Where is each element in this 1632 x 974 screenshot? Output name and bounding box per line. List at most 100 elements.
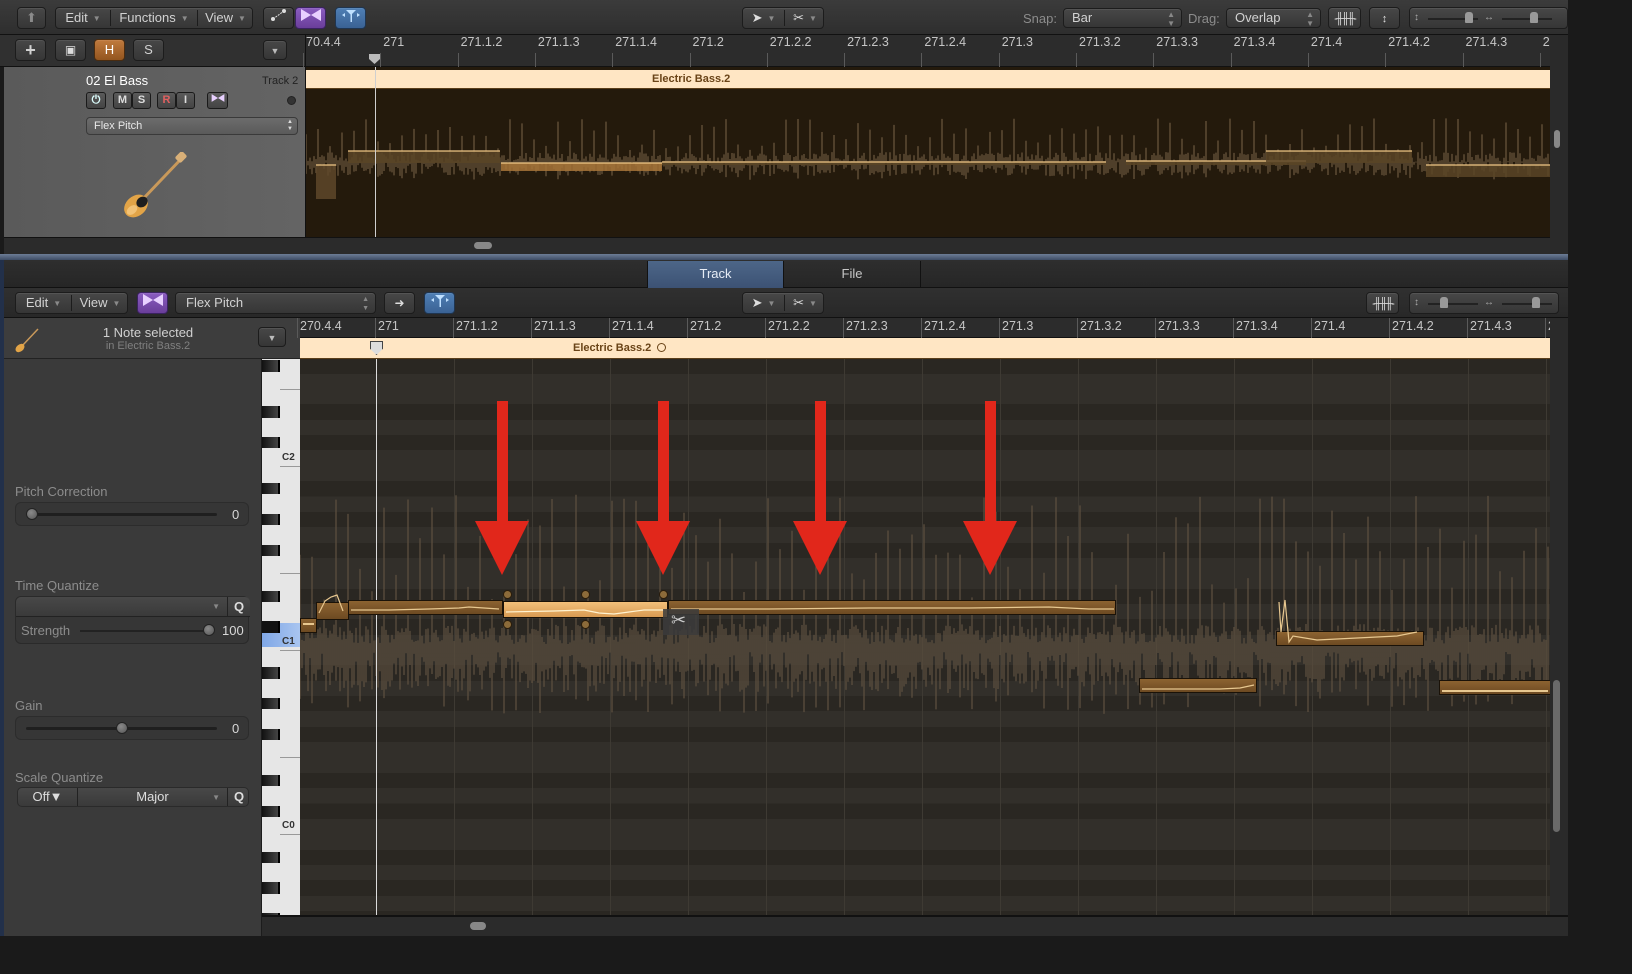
playhead-marker[interactable]: [369, 54, 380, 64]
top-pitch-segment[interactable]: [501, 163, 662, 171]
editor-vertical-zoom-knob[interactable]: [1440, 297, 1448, 308]
editor-pointer-tool-menu[interactable]: ➤ ▼: [743, 293, 784, 314]
piano-black-key[interactable]: [262, 851, 280, 863]
editor-horizontal-zoom-knob[interactable]: [1532, 297, 1540, 308]
solo-button[interactable]: S: [132, 92, 151, 109]
editor-horizontal-zoom-slider[interactable]: [1502, 303, 1552, 305]
pitch-drift-handle[interactable]: [581, 590, 590, 599]
editor-playhead-marker[interactable]: [370, 341, 383, 355]
top-vertical-scrollbar[interactable]: [1554, 130, 1560, 148]
pitch-note[interactable]: [300, 618, 317, 633]
top-ruler[interactable]: 70.4.4 271 271.1.2 271.1.3 271.1.4 271.2 271.2…: [303, 35, 1564, 67]
top-pitch-segment[interactable]: [316, 165, 336, 199]
top-horizontal-scrollbar[interactable]: [474, 242, 492, 249]
strength-slider[interactable]: [80, 630, 210, 632]
piano-black-key[interactable]: [262, 698, 280, 710]
pitch-drift-handle[interactable]: [659, 590, 668, 599]
tab-track[interactable]: Track: [647, 261, 784, 288]
pitch-note[interactable]: [1276, 599, 1424, 646]
track-on-button[interactable]: ⏻: [86, 92, 106, 109]
piano-black-key[interactable]: [262, 774, 280, 787]
track-name[interactable]: 02 El Bass: [86, 73, 148, 88]
time-quantize-select[interactable]: ▼: [16, 597, 227, 617]
pitch-note[interactable]: [1439, 680, 1550, 695]
editor-secondary-tool-menu[interactable]: ✂ ▼: [785, 293, 825, 314]
pitch-correction-knob[interactable]: [26, 508, 38, 520]
top-pitch-segment[interactable]: [1266, 151, 1412, 163]
region-loop-icon[interactable]: [657, 343, 666, 352]
automation-button[interactable]: [263, 7, 294, 29]
editor-horizontal-scrollbar[interactable]: [470, 922, 486, 930]
view-menu[interactable]: View ▼: [198, 8, 253, 29]
piano-black-key[interactable]: [262, 667, 280, 679]
scale-root-select[interactable]: Off▼: [18, 788, 78, 806]
gain-slider[interactable]: 0: [15, 716, 249, 740]
input-monitor-button[interactable]: I: [176, 92, 195, 109]
editor-waveform-zoom-button[interactable]: -╫╫╫-: [1366, 292, 1399, 314]
editor-disclosure-button[interactable]: ▼: [258, 327, 286, 347]
gain-knob[interactable]: [116, 722, 128, 734]
link-button[interactable]: ➜: [384, 292, 415, 314]
pointer-tool-menu[interactable]: ➤ ▼: [743, 8, 784, 29]
scale-type-select[interactable]: Major ▼: [78, 788, 228, 806]
new-track-stack-button[interactable]: ▣: [55, 39, 86, 61]
go-up-button[interactable]: ⬆: [17, 7, 46, 29]
tracks-area[interactable]: Electric Bass.2: [306, 67, 1550, 237]
editor-vertical-zoom-slider[interactable]: [1428, 303, 1478, 305]
track-header[interactable]: 02 El Bass Track 2 ⏻ M S R I Flex Pitch …: [4, 67, 306, 237]
piano-black-key[interactable]: [262, 406, 280, 418]
fine-pitch-handle[interactable]: [503, 620, 512, 629]
flex-toggle-button[interactable]: [295, 7, 326, 29]
snap-select[interactable]: Bar ▲ ▼: [1063, 8, 1182, 28]
editor-edit-menu[interactable]: Edit ▼: [16, 293, 71, 314]
catch-playhead-button[interactable]: [335, 7, 366, 29]
top-pitch-segment[interactable]: [1426, 165, 1550, 177]
functions-menu[interactable]: Functions ▼: [111, 8, 197, 29]
pitch-drift-handle[interactable]: [503, 590, 512, 599]
piano-keyboard[interactable]: C0 C1 C2: [262, 359, 300, 915]
top-pitch-segment[interactable]: [348, 151, 500, 163]
pitch-note[interactable]: [668, 600, 1116, 615]
pitch-note[interactable]: [348, 600, 503, 615]
vertical-zoom-knob[interactable]: [1465, 12, 1473, 23]
editor-catch-button[interactable]: [424, 292, 455, 314]
piano-black-key[interactable]: [262, 590, 280, 602]
track-flex-button[interactable]: [207, 92, 228, 109]
selected-pitch-note[interactable]: [503, 601, 668, 618]
secondary-tool-menu[interactable]: ✂ ▼: [785, 8, 825, 29]
solo-global-button[interactable]: S: [133, 39, 164, 61]
piano-black-key[interactable]: [262, 483, 280, 495]
piano-black-key[interactable]: [262, 437, 280, 449]
hide-button[interactable]: H: [94, 39, 125, 61]
waveform-zoom-button[interactable]: -╫╫╫-: [1328, 7, 1361, 29]
piano-black-key[interactable]: [262, 360, 280, 372]
vibrato-handle[interactable]: [581, 620, 590, 629]
pitch-editor-grid[interactable]: ✂: [300, 359, 1550, 915]
edit-menu[interactable]: Edit ▼: [56, 8, 110, 29]
drag-select[interactable]: Overlap ▲ ▼: [1226, 8, 1321, 28]
tab-file[interactable]: File: [784, 261, 921, 288]
editor-ruler[interactable]: 270.4.4 271 271.1.2 271.1.3 271.1.4 271.2 271.…: [297, 318, 1555, 338]
editor-flex-button[interactable]: [137, 292, 168, 314]
piano-black-key[interactable]: [262, 544, 280, 556]
scale-quantize-q-button[interactable]: Q: [228, 788, 250, 806]
piano-black-key[interactable]: [262, 621, 280, 633]
piano-black-key[interactable]: [262, 513, 280, 526]
pitch-note[interactable]: [316, 594, 349, 620]
editor-vertical-scrollbar[interactable]: [1553, 680, 1560, 832]
editor-view-menu[interactable]: View ▼: [72, 293, 128, 314]
global-tracks-button[interactable]: ▼: [263, 40, 287, 60]
auto-zoom-button[interactable]: ↕: [1369, 7, 1400, 29]
region-header-top[interactable]: Electric Bass.2: [306, 70, 1550, 89]
piano-black-key[interactable]: [262, 728, 280, 741]
add-track-button[interactable]: +: [15, 39, 46, 61]
flex-mode-select[interactable]: Flex Pitch ▲ ▼: [86, 117, 298, 135]
pitch-correction-slider[interactable]: 0: [15, 502, 249, 526]
time-quantize-q-button[interactable]: Q: [227, 597, 250, 617]
record-button[interactable]: R: [157, 92, 176, 109]
horizontal-zoom-slider[interactable]: [1502, 18, 1552, 20]
editor-region-header[interactable]: Electric Bass.2: [300, 338, 1550, 359]
pitch-note[interactable]: [1139, 678, 1257, 693]
strength-knob[interactable]: [203, 624, 215, 636]
horizontal-zoom-knob[interactable]: [1530, 12, 1538, 23]
